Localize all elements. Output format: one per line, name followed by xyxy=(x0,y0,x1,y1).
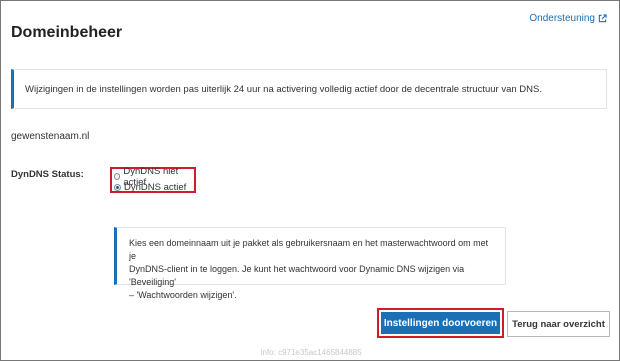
dyndns-active-radio[interactable] xyxy=(114,184,121,191)
dyndns-inactive-radio[interactable] xyxy=(114,173,121,180)
apply-button-highlight: Instellingen doorvoeren xyxy=(377,308,504,338)
note-line: DynDNS-client in te loggen. Je kunt het … xyxy=(129,264,465,287)
apply-settings-button[interactable]: Instellingen doorvoeren xyxy=(381,312,500,334)
back-to-overview-button[interactable]: Terug naar overzicht xyxy=(507,311,610,337)
dyndns-inactive-option[interactable]: DynDNS niet actief xyxy=(114,166,194,188)
dyndns-status-options: DynDNS niet actief DynDNS actief xyxy=(110,166,196,193)
support-label: Ondersteuning xyxy=(529,13,595,24)
note-line: – 'Wachtwoorden wijzigen'. xyxy=(129,290,237,300)
dyndns-active-option[interactable]: DynDNS actief xyxy=(114,182,194,193)
support-link[interactable]: Ondersteuning xyxy=(529,13,607,24)
info-notice-text: Wijzigingen in de instellingen worden pa… xyxy=(25,84,542,95)
domain-management-panel: Ondersteuning Domeinbeheer Wijzigingen i… xyxy=(0,0,620,361)
dyndns-active-label: DynDNS actief xyxy=(124,182,187,193)
footer-info: Info: c971e35ac1465844885 xyxy=(260,348,362,357)
note-line: Kies een domeinnaam uit je pakket als ge… xyxy=(129,238,489,261)
domain-name: gewenstenaam.nl xyxy=(11,131,90,142)
dyndns-login-note: Kies een domeinnaam uit je pakket als ge… xyxy=(114,227,506,300)
external-link-icon xyxy=(598,14,607,23)
page-title: Domeinbeheer xyxy=(11,24,123,41)
info-notice: Wijzigingen in de instellingen worden pa… xyxy=(11,69,607,109)
dyndns-status-label: DynDNS Status: xyxy=(11,169,84,180)
